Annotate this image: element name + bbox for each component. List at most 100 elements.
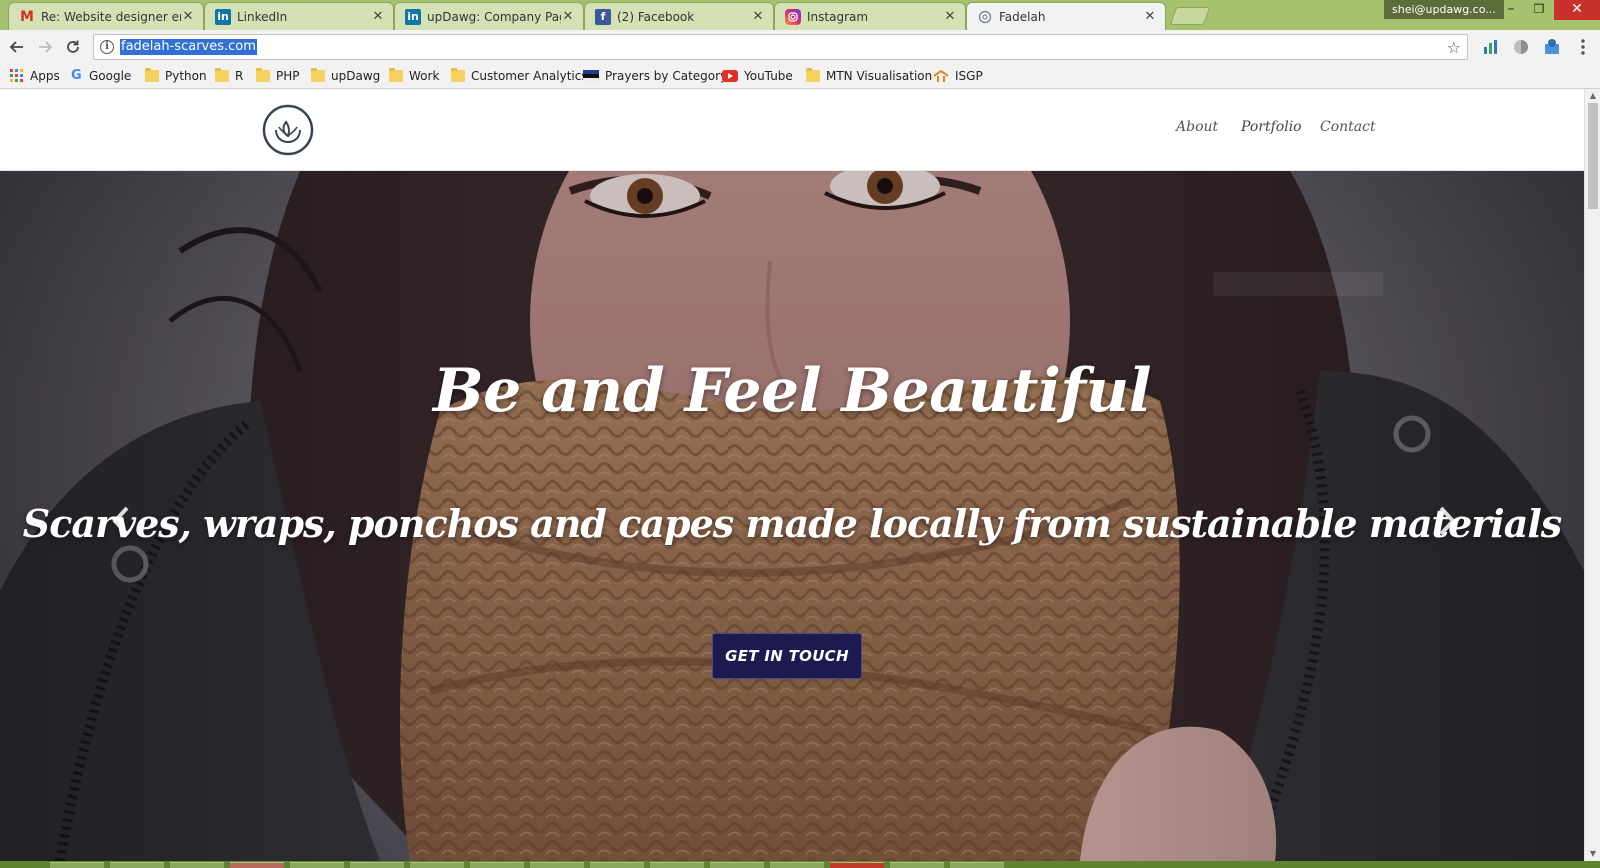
folder-icon: [806, 68, 820, 82]
bookmark-updawg[interactable]: upDawg: [311, 67, 380, 85]
get-in-touch-button[interactable]: GET IN TOUCH: [712, 633, 862, 679]
tab-fadelah[interactable]: Fadelah ✕: [966, 2, 1166, 30]
bookmark-r[interactable]: R: [215, 67, 243, 85]
carousel-prev-icon[interactable]: [106, 501, 136, 541]
tab-title: Re: Website designer em: [41, 9, 181, 24]
folder-icon: [311, 68, 325, 82]
linkedin-icon: in: [405, 8, 421, 25]
hero-headline: Be and Feel Beautiful: [432, 356, 1152, 426]
taskbar-item[interactable]: [710, 862, 764, 868]
taskbar-item[interactable]: [950, 862, 1004, 868]
bookmark-prayers-by-category[interactable]: Prayers by Category: [583, 67, 727, 85]
bookmark-label: upDawg: [331, 69, 381, 83]
taskbar-item[interactable]: [770, 862, 824, 868]
notification-extension-icon[interactable]: [1543, 38, 1561, 56]
bookmark-label: Python: [165, 69, 207, 83]
taskbar-item[interactable]: [650, 862, 704, 868]
tab-updawg-company-page[interactable]: in upDawg: Company Page ✕: [394, 2, 584, 30]
tab-gmail[interactable]: M Re: Website designer em ✕: [8, 2, 204, 30]
bookmark-customer-analytics[interactable]: Customer Analytics: [451, 67, 588, 85]
window-close-icon[interactable]: ✕: [1554, 0, 1600, 20]
taskbar-item[interactable]: [230, 862, 284, 868]
apps-grid-icon: [10, 69, 23, 82]
os-taskbar: [0, 861, 1600, 868]
bookmark-label: PHP: [276, 69, 300, 83]
restore-icon[interactable]: ❐: [1524, 0, 1554, 20]
hero-carousel: Be and Feel Beautiful Scarves, wraps, po…: [0, 171, 1584, 861]
new-tab-button[interactable]: [1169, 7, 1211, 25]
menu-icon[interactable]: [1574, 38, 1592, 56]
scroll-down-icon[interactable]: ▼: [1585, 848, 1600, 860]
carousel-next-icon[interactable]: [1432, 501, 1462, 541]
taskbar-item[interactable]: [110, 862, 164, 868]
tab-title: Instagram: [807, 9, 869, 24]
taskbar-item[interactable]: [470, 862, 524, 868]
tab-title: upDawg: Company Page: [427, 9, 561, 24]
taskbar-item[interactable]: [290, 862, 344, 868]
window-snip-overlay: [1213, 272, 1383, 296]
address-bar[interactable]: i fadelah-scarves.com ☆: [93, 34, 1468, 60]
bookmark-mtn-visualisation[interactable]: MTN Visualisation: [806, 67, 932, 85]
hero-tagline: Scarves, wraps, ponchos and capes made l…: [22, 501, 1562, 546]
tab-strip: M Re: Website designer em ✕ in LinkedIn …: [0, 0, 1600, 30]
back-icon[interactable]: [6, 36, 28, 58]
bookmark-label: R: [235, 69, 244, 83]
taskbar-item[interactable]: [50, 862, 104, 868]
bookmark-star-icon[interactable]: ☆: [1447, 38, 1461, 57]
bookmark-isgp[interactable]: ISGP: [933, 67, 983, 85]
tab-facebook[interactable]: f (2) Facebook ✕: [584, 2, 774, 30]
bookmark-apps[interactable]: Apps: [10, 67, 60, 85]
taskbar-item[interactable]: [590, 862, 644, 868]
bookmark-youtube[interactable]: YouTube: [722, 67, 793, 85]
folder-icon: [389, 68, 403, 82]
taskbar-item[interactable]: [350, 862, 404, 868]
taskbar-item[interactable]: [530, 862, 584, 868]
site-info-icon[interactable]: i: [100, 40, 114, 54]
tab-instagram[interactable]: Instagram ✕: [774, 2, 966, 30]
linkedin-icon: in: [215, 8, 231, 25]
close-icon[interactable]: ✕: [371, 9, 385, 24]
taskbar-item[interactable]: [830, 862, 884, 868]
logo-icon[interactable]: [262, 104, 314, 156]
close-icon[interactable]: ✕: [561, 9, 575, 24]
close-icon[interactable]: ✕: [1143, 9, 1157, 24]
page-scrollbar[interactable]: ▲ ▼: [1584, 89, 1600, 861]
folder-icon: [256, 68, 270, 82]
bookmark-work[interactable]: Work: [389, 67, 439, 85]
close-icon[interactable]: ✕: [751, 9, 765, 24]
globe-icon: [977, 9, 993, 25]
profile-button[interactable]: shei@updawg.co...: [1384, 0, 1504, 19]
bookmark-php[interactable]: PHP: [256, 67, 300, 85]
tab-linkedin[interactable]: in LinkedIn ✕: [204, 2, 394, 30]
minimize-icon[interactable]: –: [1496, 0, 1526, 20]
scroll-thumb[interactable]: [1588, 103, 1598, 209]
bookmark-label: MTN Visualisation: [826, 69, 933, 83]
folder-icon: [451, 68, 465, 82]
close-icon[interactable]: ✕: [943, 9, 957, 24]
bookmark-label: Google: [89, 69, 132, 83]
nav-portfolio-link[interactable]: Portfolio: [1241, 119, 1302, 135]
reload-icon[interactable]: [62, 36, 84, 58]
close-icon[interactable]: ✕: [181, 9, 195, 24]
bookmark-google[interactable]: G Google: [71, 67, 131, 85]
nav-about-link[interactable]: About: [1176, 119, 1218, 135]
url-text[interactable]: fadelah-scarves.com: [120, 39, 257, 55]
taskbar-item[interactable]: [170, 862, 224, 868]
nav-contact-link[interactable]: Contact: [1320, 119, 1376, 135]
scroll-up-icon[interactable]: ▲: [1585, 90, 1600, 102]
bookmark-label: Prayers by Category: [605, 69, 728, 83]
tab-title: LinkedIn: [237, 9, 288, 24]
bookmark-label: Apps: [30, 69, 60, 83]
analytics-extension-icon[interactable]: [1482, 38, 1500, 56]
instagram-icon: [785, 8, 801, 25]
bookmark-python[interactable]: Python: [145, 67, 207, 85]
forward-icon[interactable]: [34, 36, 56, 58]
flag-icon: [583, 70, 599, 82]
folder-icon: [215, 68, 229, 82]
extension-icon[interactable]: [1512, 38, 1530, 56]
taskbar-item[interactable]: [890, 862, 944, 868]
folder-icon: [145, 68, 159, 82]
taskbar-item[interactable]: [410, 862, 464, 868]
bookmarks-bar: Apps G Google Python R PHP upDawg Work C…: [0, 63, 1600, 89]
google-icon: G: [71, 68, 82, 83]
